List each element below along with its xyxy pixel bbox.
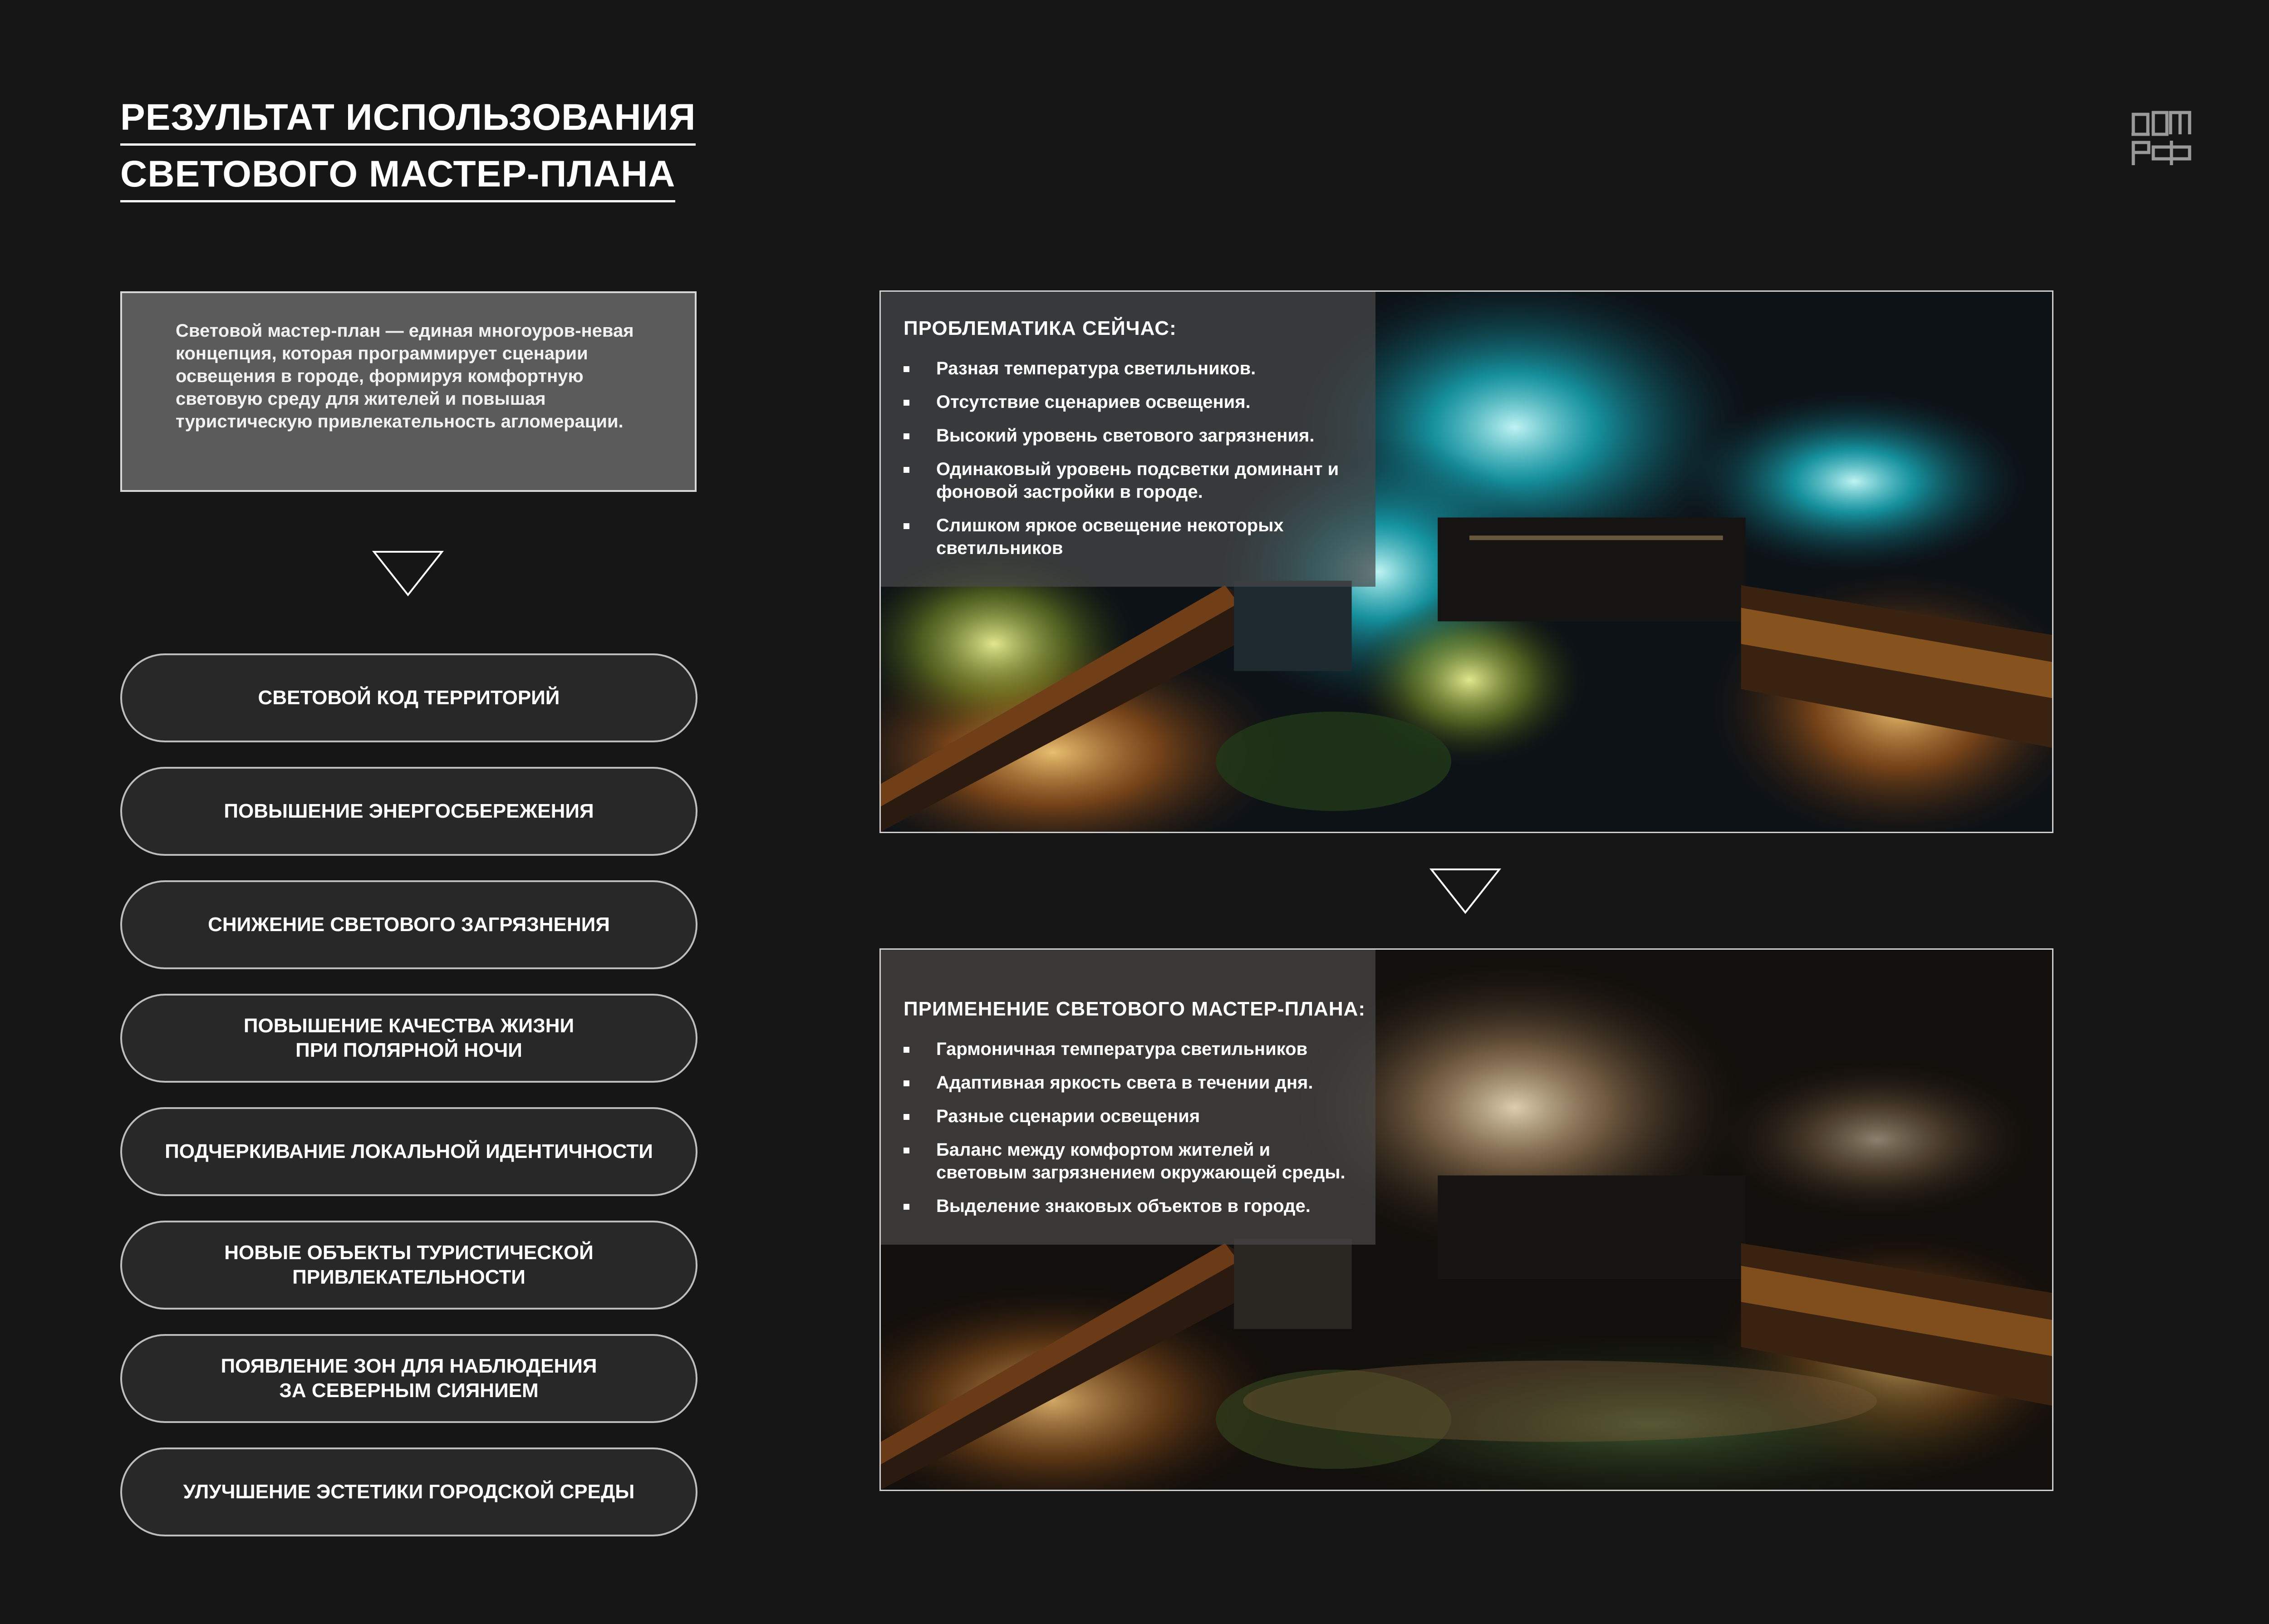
applied-list: Гармоничная температура светильников Ада… <box>904 1038 1362 1217</box>
list-item: Адаптивная яркость света в течении дня. <box>904 1071 1362 1094</box>
applied-text: ПРИМЕНЕНИЕ СВЕТОВОГО МАСТЕР-ПЛАНА: Гармо… <box>904 998 1366 1228</box>
problems-text: ПРОБЛЕМАТИКА СЕЙЧАС: Разная температура … <box>904 317 1362 570</box>
definition-box: Световой мастер-план — единая многоуров-… <box>120 291 697 492</box>
applied-heading: ПРИМЕНЕНИЕ СВЕТОВОГО МАСТЕР-ПЛАНА: <box>904 998 1366 1020</box>
problems-list: Разная температура светильников. Отсутст… <box>904 357 1362 559</box>
list-item: Разная температура светильников. <box>904 357 1362 380</box>
list-item: Высокий уровень светового загрязнения. <box>904 424 1362 447</box>
triangle-down-icon <box>372 551 444 597</box>
result-pill-1: СВЕТОВОЙ КОД ТЕРРИТОРИЙ <box>120 653 697 742</box>
list-item: Выделение знаковых объектов в городе. <box>904 1195 1362 1217</box>
list-item: Гармоничная температура светильников <box>904 1038 1362 1060</box>
result-pill-3: СНИЖЕНИЕ СВЕТОВОГО ЗАГРЯЗНЕНИЯ <box>120 880 697 969</box>
result-pill-4: ПОВЫШЕНИЕ КАЧЕСТВА ЖИЗНИ ПРИ ПОЛЯРНОЙ НО… <box>120 994 697 1083</box>
dom-rf-logo-icon <box>2131 111 2191 165</box>
result-pill-2: ПОВЫШЕНИЕ ЭНЕРГОСБЕРЕЖЕНИЯ <box>120 767 697 856</box>
panel-master-plan-applied: ПРИМЕНЕНИЕ СВЕТОВОГО МАСТЕР-ПЛАНА: Гармо… <box>879 948 2053 1491</box>
list-item: Одинаковый уровень подсветки доминант и … <box>904 458 1362 503</box>
result-pill-5: ПОДЧЕРКИВАНИЕ ЛОКАЛЬНОЙ ИДЕНТИЧНОСТИ <box>120 1107 697 1196</box>
result-pill-8: УЛУЧШЕНИЕ ЭСТЕТИКИ ГОРОДСКОЙ СРЕДЫ <box>120 1447 697 1536</box>
list-item: Слишком яркое освещение некоторых светил… <box>904 514 1362 559</box>
panel-current-problems: ПРОБЛЕМАТИКА СЕЙЧАС: Разная температура … <box>879 290 2053 833</box>
list-item: Отсутствие сценариев освещения. <box>904 391 1362 413</box>
page-title-line-1: РЕЗУЛЬТАТ ИСПОЛЬЗОВАНИЯ <box>120 99 696 146</box>
result-pill-7: ПОЯВЛЕНИЕ ЗОН ДЛЯ НАБЛЮДЕНИЯ ЗА СЕВЕРНЫМ… <box>120 1334 697 1423</box>
result-pill-6: НОВЫЕ ОБЪЕКТЫ ТУРИСТИЧЕСКОЙ ПРИВЛЕКАТЕЛЬ… <box>120 1221 697 1310</box>
list-item: Баланс между комфортом жителей и световы… <box>904 1138 1362 1184</box>
triangle-down-icon <box>1429 868 1501 914</box>
list-item: Разные сценарии освещения <box>904 1105 1362 1128</box>
page-title-line-2: СВЕТОВОГО МАСТЕР-ПЛАНА <box>120 156 676 202</box>
problems-heading: ПРОБЛЕМАТИКА СЕЙЧАС: <box>904 317 1177 339</box>
